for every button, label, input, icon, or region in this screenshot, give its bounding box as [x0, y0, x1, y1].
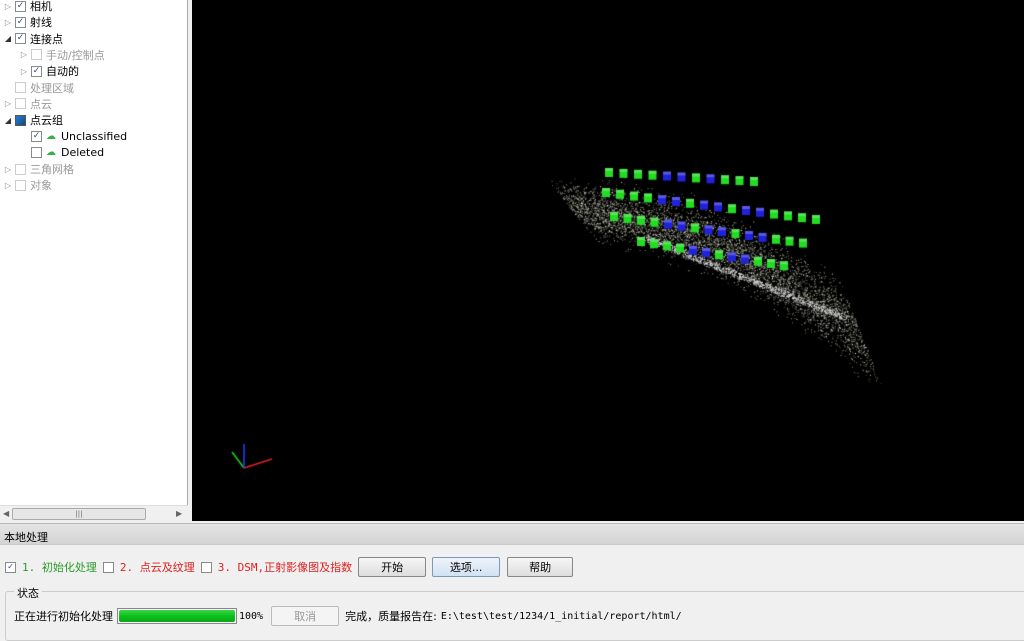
- expand-arrow-icon[interactable]: ▷: [3, 99, 13, 108]
- tree-item-label: Deleted: [61, 146, 105, 160]
- point-cloud-render[interactable]: [192, 0, 1024, 521]
- tree-checkbox[interactable]: [31, 147, 42, 159]
- cloud-icon: ☁: [46, 130, 56, 142]
- expand-arrow-icon[interactable]: ▷: [3, 18, 13, 27]
- tree-item-label: 对象: [30, 179, 52, 193]
- step1-label: 1. 初始化处理: [22, 561, 97, 574]
- cloud-icon: ☁: [46, 147, 56, 159]
- tree-checkbox[interactable]: [31, 49, 42, 61]
- tree-checkbox[interactable]: ✓: [15, 16, 26, 28]
- tree-checkbox[interactable]: [15, 179, 26, 191]
- tree-item-label: 点云: [30, 97, 52, 111]
- tree-checkbox[interactable]: ✓: [15, 0, 26, 12]
- tree-item-label: 点云组: [30, 114, 63, 128]
- tree-item[interactable]: ▷ ✓ 相机: [3, 0, 52, 14]
- expand-arrow-icon[interactable]: ◢: [3, 116, 13, 125]
- expand-arrow-icon[interactable]: ▷: [19, 50, 29, 59]
- expand-arrow-icon[interactable]: ▷: [3, 181, 13, 190]
- tree-item[interactable]: ▷ 对象: [3, 177, 52, 193]
- progress-bar: [117, 608, 237, 624]
- tree-item[interactable]: ◢ ✓ 连接点: [3, 31, 63, 47]
- tree-item[interactable]: ▷ ✓ 自动的: [19, 63, 79, 79]
- tree-item-label: 三角网格: [30, 163, 74, 176]
- result-prefix: 完成，质量报告在:: [345, 610, 437, 623]
- help-button[interactable]: 帮助: [507, 557, 574, 577]
- tree-item-label: 连接点: [30, 32, 63, 46]
- tree-item[interactable]: ▷ 手动/控制点: [19, 47, 105, 63]
- step1-checkbox[interactable]: ✓: [5, 561, 16, 573]
- expand-arrow-icon[interactable]: ▷: [3, 2, 13, 11]
- tree-checkbox[interactable]: [15, 82, 26, 93]
- tree-checkbox[interactable]: [15, 163, 26, 175]
- expand-arrow-icon[interactable]: ▷: [3, 165, 13, 174]
- tree-checkbox[interactable]: [15, 114, 26, 126]
- tree-item[interactable]: ▷ 三角网格: [3, 161, 74, 177]
- panel-title: 本地处理: [0, 523, 1024, 545]
- tree-item-label: 射线: [30, 16, 52, 30]
- tree-item-label: Unclassified: [61, 129, 128, 143]
- cancel-button[interactable]: 取消: [271, 606, 340, 626]
- tree-item[interactable]: 处理区域: [3, 80, 74, 96]
- layers-tree-panel: ▷ ✓ 相机 ▷ ✓ 射线 ◢ ✓ 连接点 ▷ 手动/控制点 ▷ ✓ 自动的 处理区域 ▷ 点云 ◢ 点云组 ✓ ☁ Un…: [0, 0, 188, 521]
- scroll-left-icon[interactable]: ◀: [3, 509, 9, 518]
- tree-checkbox[interactable]: ✓: [15, 33, 26, 45]
- tree-item-label: 手动/控制点: [46, 48, 105, 62]
- tree-checkbox[interactable]: ✓: [31, 130, 42, 142]
- tree-item[interactable]: ▷ 点云: [3, 96, 52, 112]
- 3d-viewer[interactable]: [192, 0, 1024, 521]
- start-button[interactable]: 开始: [358, 557, 427, 577]
- tree-checkbox[interactable]: ✓: [31, 65, 42, 77]
- tree-item[interactable]: ☁ Deleted: [19, 145, 104, 161]
- report-path: E:\test\test/1234/1_initial/report/html/: [440, 610, 682, 622]
- tree-item[interactable]: ◢ 点云组: [3, 112, 63, 128]
- options-button[interactable]: 选项...: [432, 557, 501, 577]
- local-processing-panel: 本地处理 ✓ 1. 初始化处理 2. 点云及纹理 3. DSM,正射影像图及指数…: [0, 523, 1024, 641]
- horizontal-scrollbar[interactable]: ◀ ||| ▶: [0, 505, 188, 521]
- scroll-right-icon[interactable]: ▶: [176, 509, 182, 518]
- tree-checkbox[interactable]: [15, 98, 26, 110]
- tree-item[interactable]: ▷ ✓ 射线: [3, 14, 52, 30]
- status-group-title: 状态: [14, 585, 42, 601]
- step3-checkbox[interactable]: [200, 561, 212, 573]
- step3-label: 3. DSM,正射影像图及指数: [217, 561, 353, 574]
- step2-checkbox[interactable]: [102, 561, 114, 573]
- tree-item[interactable]: ✓ ☁ Unclassified: [19, 128, 127, 144]
- step2-label: 2. 点云及纹理: [119, 561, 195, 574]
- tree-item-label: 处理区域: [30, 81, 74, 95]
- scrollbar-thumb[interactable]: |||: [12, 508, 146, 520]
- tree-item-label: 自动的: [46, 65, 79, 79]
- expand-arrow-icon[interactable]: ◢: [3, 34, 13, 43]
- progress-label: 100%: [239, 610, 264, 622]
- expand-arrow-icon[interactable]: ▷: [19, 67, 29, 76]
- tree-item-label: 相机: [30, 0, 52, 13]
- status-text: 正在进行初始化处理: [14, 610, 113, 623]
